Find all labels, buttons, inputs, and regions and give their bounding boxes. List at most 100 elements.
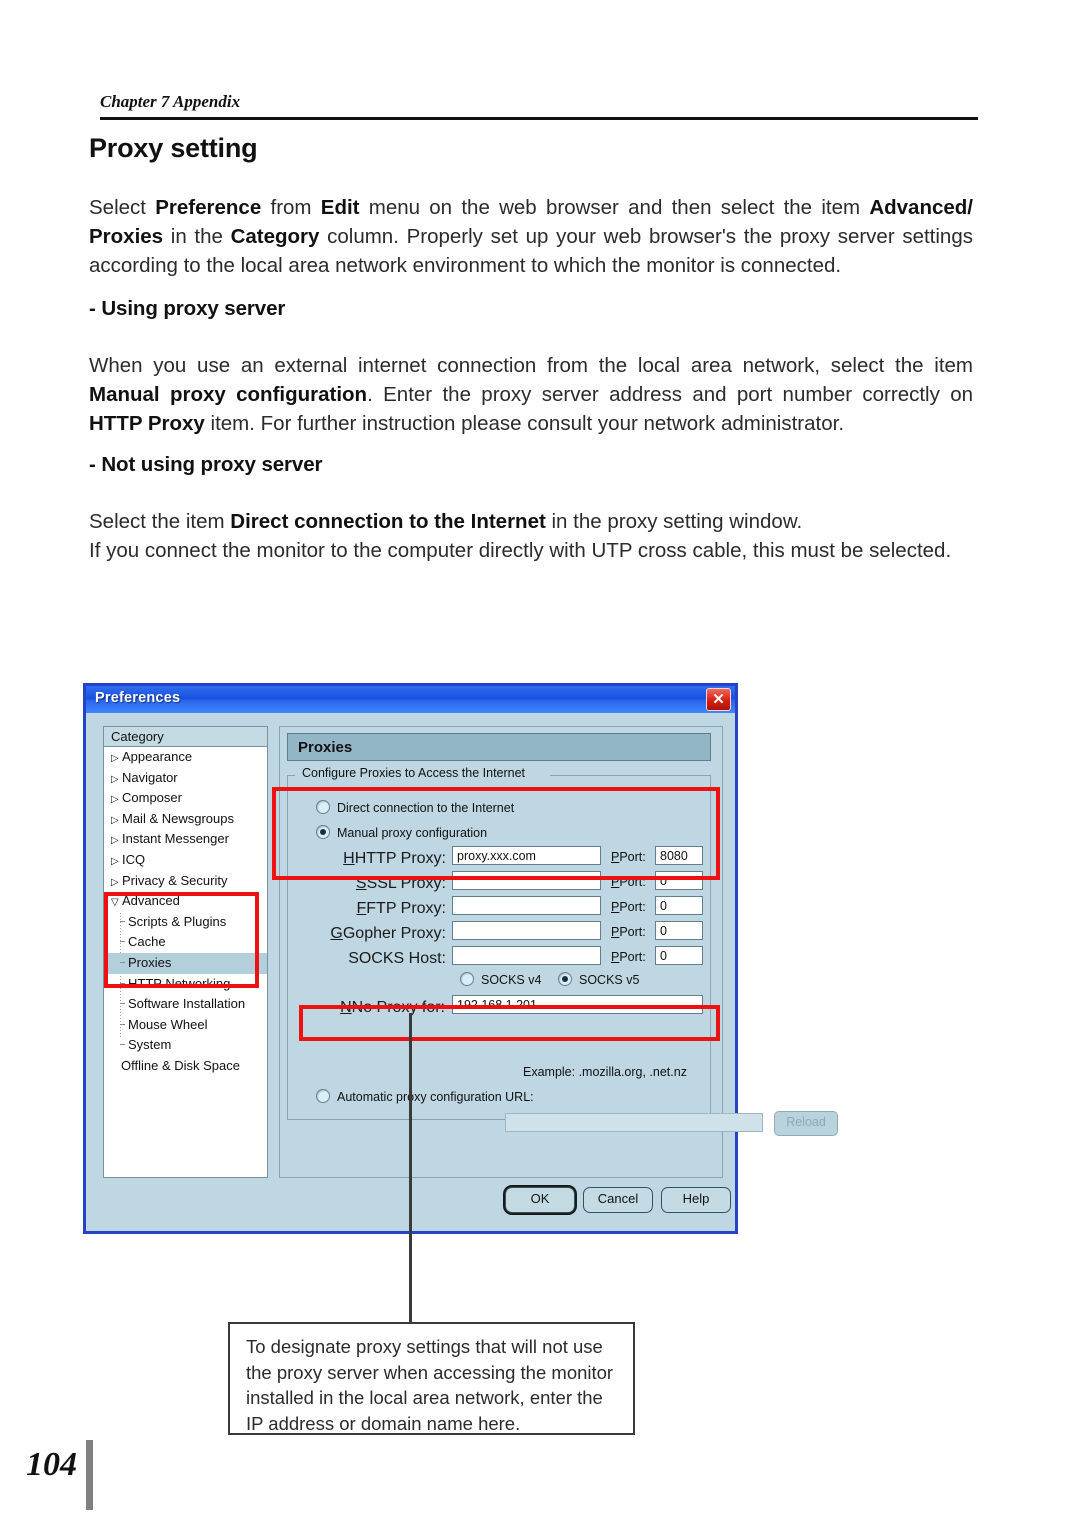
not-using-line-1: Select the item Direct connection to the… — [89, 507, 973, 536]
intro-text-4: in the — [163, 224, 231, 248]
sidebar-item-instant-messenger[interactable]: ▷ Instant Messenger — [104, 829, 267, 850]
radio-button-icon — [316, 1089, 330, 1103]
subheading-using-proxy-server: - Using proxy server — [89, 297, 286, 320]
no-proxy-example-hint: Example: .mozilla.org, .net.nz — [523, 1065, 687, 1079]
ftp-port-label-text: Port: — [619, 900, 646, 914]
sidebar-item-composer[interactable]: ▷ Composer — [104, 788, 267, 809]
cancel-button[interactable]: Cancel — [583, 1187, 653, 1213]
chapter-header: Chapter 7 Appendix — [100, 92, 241, 111]
chevron-right-icon: ▷ — [111, 835, 119, 847]
not-using-paragraph: Select the item Direct connection to the… — [89, 507, 973, 565]
category-label: Navigator — [122, 769, 178, 785]
not-using-text-2: in the proxy setting window. — [545, 509, 803, 533]
callout-box: To designate proxy settings that will no… — [228, 1322, 635, 1435]
tree-dash-icon — [120, 1003, 125, 1005]
socks-host-input[interactable] — [452, 946, 601, 965]
using-bold-manual-proxy-configuration: Manual proxy configuration — [89, 382, 368, 406]
sidebar-item-privacy-security[interactable]: ▷ Privacy & Security — [104, 871, 267, 892]
intro-bold-edit: Edit — [320, 195, 360, 219]
gopher-proxy-label: GGopher Proxy: — [330, 925, 446, 942]
sidebar-item-software-installation[interactable]: Software Installation — [104, 994, 267, 1015]
dialog-titlebar[interactable]: Preferences ✕ — [86, 686, 735, 713]
close-icon[interactable]: ✕ — [706, 688, 731, 711]
radio-socks-v5[interactable]: SOCKS v5 — [558, 972, 639, 987]
groupbox-border-left — [287, 775, 295, 776]
socks-port-label: PPort: — [611, 950, 646, 964]
intro-text-3: menu on the web browser and then select … — [359, 195, 870, 219]
automatic-proxy-url-input[interactable] — [505, 1113, 763, 1132]
reload-button[interactable]: Reload — [774, 1111, 838, 1136]
radio-button-icon — [460, 972, 474, 986]
socks-port-input[interactable]: 0 — [655, 946, 703, 965]
chevron-right-icon: ▷ — [111, 753, 119, 764]
pane-title: Proxies — [287, 733, 711, 761]
radio-automatic-proxy-configuration[interactable]: Automatic proxy configuration URL: — [316, 1089, 534, 1104]
socks-host-label: SOCKS Host: — [323, 950, 446, 968]
groupbox-border-right — [550, 775, 711, 776]
ftp-port-label: PPort: — [611, 900, 646, 914]
using-bold-http-proxy: HTTP Proxy — [89, 411, 205, 435]
ftp-proxy-input[interactable] — [452, 896, 601, 915]
sidebar-item-mouse-wheel[interactable]: Mouse Wheel — [104, 1015, 267, 1036]
category-label: Mail & Newsgroups — [122, 810, 234, 826]
ftp-proxy-label: FFTP Proxy: — [356, 900, 447, 917]
not-using-text-1: Select the item — [89, 509, 231, 533]
ok-button[interactable]: OK — [505, 1187, 575, 1213]
category-label: Mouse Wheel — [128, 1016, 208, 1032]
subheading-not-using-proxy-server: - Not using proxy server — [89, 453, 323, 476]
intro-paragraph: Select Preference from Edit menu on the … — [89, 193, 973, 280]
sidebar-item-navigator[interactable]: ▷ Navigator — [104, 768, 267, 789]
using-text-1: When you use an external internet connec… — [89, 353, 973, 377]
tree-dash-icon — [120, 1023, 125, 1025]
using-text-2: . Enter the proxy server address and por… — [367, 382, 973, 406]
category-label: System — [128, 1037, 172, 1053]
ftp-proxy-label-text: FTP Proxy: — [366, 900, 446, 917]
radio-socks-v4[interactable]: SOCKS v4 — [460, 972, 541, 987]
chevron-right-icon: ▷ — [111, 794, 119, 806]
category-label: Appearance — [122, 749, 193, 764]
category-label: Instant Messenger — [122, 831, 229, 847]
chevron-right-icon: ▷ — [111, 876, 119, 888]
help-button[interactable]: Help — [661, 1187, 731, 1213]
tree-dash-icon — [120, 1044, 125, 1046]
category-label: Privacy & Security — [122, 872, 228, 888]
category-label: Offline & Disk Space — [121, 1057, 240, 1073]
ftp-port-input[interactable]: 0 — [655, 896, 703, 915]
highlight-box-proxy-mode — [272, 787, 720, 880]
category-label: Software Installation — [128, 996, 246, 1012]
gopher-port-label: PPort: — [611, 925, 646, 939]
intro-bold-category: Category — [230, 224, 320, 248]
intro-bold-preference: Preference — [155, 195, 262, 219]
page-title: Proxy setting — [89, 133, 258, 163]
gopher-port-input[interactable]: 0 — [655, 921, 703, 940]
radio-label: SOCKS v4 — [481, 973, 542, 987]
radio-label: SOCKS v5 — [579, 973, 640, 987]
chevron-right-icon: ▷ — [111, 855, 119, 867]
gopher-proxy-input[interactable] — [452, 921, 601, 940]
not-using-text-3: If you connect the monitor to the comput… — [89, 538, 952, 562]
socks-port-label-text: Port: — [619, 950, 646, 964]
sidebar-item-mail-newsgroups[interactable]: ▷ Mail & Newsgroups — [104, 809, 267, 830]
gopher-proxy-label-text: Gopher Proxy: — [342, 925, 446, 942]
page-number: 104 — [26, 1446, 77, 1483]
footer-accent-bar — [86, 1440, 93, 1510]
gopher-port-label-text: Port: — [619, 925, 646, 939]
sidebar-item-offline-disk-space[interactable]: Offline & Disk Space — [104, 1056, 267, 1077]
dialog-title: Preferences — [95, 690, 181, 706]
intro-text-1: Select — [89, 195, 156, 219]
sidebar-item-icq[interactable]: ▷ ICQ — [104, 850, 267, 871]
sidebar-item-appearance[interactable]: ▷ Appearance — [104, 747, 267, 768]
sidebar-item-system[interactable]: System — [104, 1035, 267, 1056]
callout-leader-line — [409, 1013, 412, 1323]
category-label: ICQ — [122, 851, 146, 867]
intro-text-2: from — [261, 195, 321, 219]
category-label: Composer — [122, 790, 182, 806]
socks-host-label-text: SOCKS Host: — [348, 950, 446, 967]
using-paragraph: When you use an external internet connec… — [89, 351, 973, 438]
radio-button-selected-icon — [558, 972, 572, 986]
category-column-header: Category — [104, 727, 267, 747]
using-text-3: item. For further instruction please con… — [204, 411, 845, 435]
highlight-box-advanced-tree — [104, 892, 259, 988]
groupbox-legend: Configure Proxies to Access the Internet — [298, 766, 530, 780]
header-divider — [100, 117, 978, 120]
